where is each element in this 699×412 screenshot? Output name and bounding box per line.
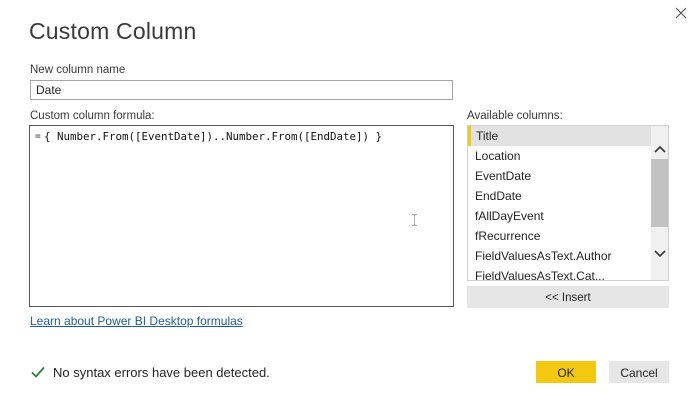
list-items: Title Location EventDate EndDate fAllDay… [468, 126, 652, 280]
scroll-up-button[interactable] [651, 140, 668, 157]
ok-button[interactable]: OK [536, 361, 596, 383]
list-item-fieldvalues-author[interactable]: FieldValuesAsText.Author [468, 246, 652, 266]
list-item-title[interactable]: Title [468, 126, 652, 146]
column-name-input[interactable] [30, 80, 453, 100]
list-item-location[interactable]: Location [468, 146, 652, 166]
chevron-down-icon [653, 249, 666, 257]
list-item-fallday[interactable]: fAllDayEvent [468, 206, 652, 226]
list-item-frecurrence[interactable]: fRecurrence [468, 226, 652, 246]
cancel-button[interactable]: Cancel [609, 361, 669, 383]
text-cursor-icon [412, 214, 417, 226]
list-item-eventdate[interactable]: EventDate [468, 166, 652, 186]
column-name-label: New column name [30, 64, 126, 76]
chevron-up-icon [653, 145, 666, 153]
formula-text[interactable]: { Number.From([EventDate])..Number.From(… [44, 130, 382, 143]
checkmark-icon [31, 366, 45, 378]
available-columns-list[interactable]: Title Location EventDate EndDate fAllDay… [467, 125, 669, 281]
scroll-thumb[interactable] [651, 159, 668, 227]
list-scrollbar[interactable] [651, 126, 668, 280]
formula-label: Custom column formula: [30, 110, 155, 122]
dialog-title: Custom Column [29, 18, 197, 44]
list-item-enddate[interactable]: EndDate [468, 186, 652, 206]
list-item-fieldvalues-cat[interactable]: FieldValuesAsText.Cat... [468, 266, 652, 280]
available-columns-label: Available columns: [467, 110, 563, 122]
formula-editor[interactable]: = { Number.From([EventDate])..Number.Fro… [29, 125, 454, 307]
insert-button[interactable]: << Insert [467, 286, 669, 308]
close-icon[interactable] [672, 4, 690, 22]
formula-equals-sign: = [35, 131, 41, 142]
syntax-status-text: No syntax errors have been detected. [53, 365, 270, 380]
scroll-down-button[interactable] [651, 245, 668, 262]
learn-formulas-link[interactable]: Learn about Power BI Desktop formulas [30, 314, 243, 328]
